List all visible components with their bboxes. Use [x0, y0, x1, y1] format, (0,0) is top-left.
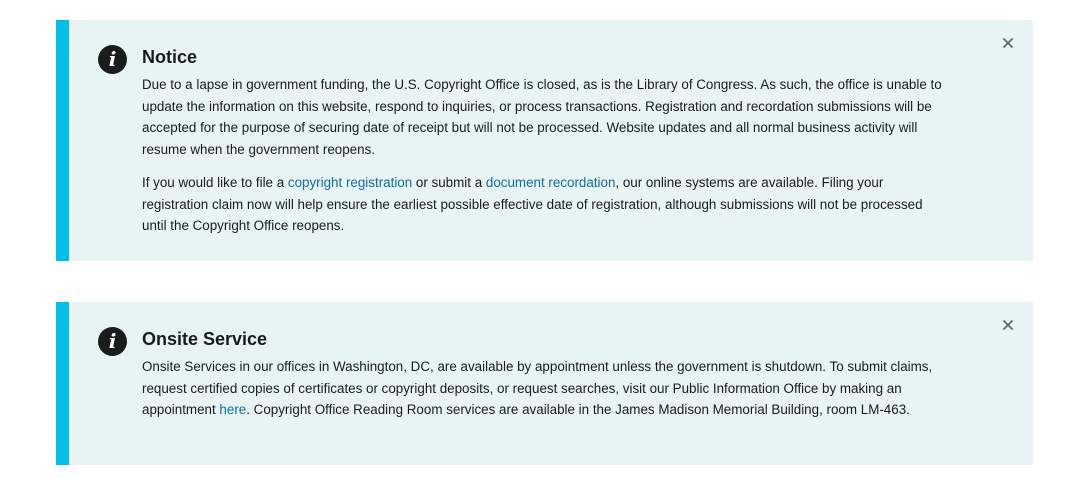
appointment-here-link[interactable]: here: [219, 402, 246, 417]
notice-paragraph-2: If you would like to file a copyright re…: [142, 172, 942, 237]
notice-paragraph-2-text-middle: or submit a: [412, 175, 486, 190]
onsite-service-title: Onsite Service: [142, 329, 268, 349]
copyright-registration-link[interactable]: copyright registration: [288, 175, 412, 190]
onsite-service-paragraph: Onsite Services in our offices in Washin…: [142, 356, 942, 421]
info-icon: i: [98, 327, 127, 356]
notice-title: Notice: [142, 47, 198, 67]
notice-paragraph-2-text-before: If you would like to file a: [142, 175, 288, 190]
notice-paragraph-1: Due to a lapse in government funding, th…: [142, 77, 942, 157]
close-onsite-service-button[interactable]: [1001, 318, 1015, 332]
document-recordation-link[interactable]: document recordation: [486, 175, 616, 190]
notice-alert: i Notice Due to a lapse in government fu…: [56, 20, 1033, 261]
onsite-service-content: Onsite Service Onsite Services in our of…: [142, 328, 942, 433]
close-icon: [1003, 320, 1013, 330]
onsite-service-alert: i Onsite Service Onsite Services in our …: [56, 302, 1033, 465]
notice-content: Notice Due to a lapse in government fund…: [142, 46, 942, 249]
close-icon: [1003, 38, 1013, 48]
info-icon: i: [98, 45, 127, 74]
close-notice-button[interactable]: [1001, 36, 1015, 50]
onsite-service-text-after: . Copyright Office Reading Room services…: [246, 402, 910, 417]
